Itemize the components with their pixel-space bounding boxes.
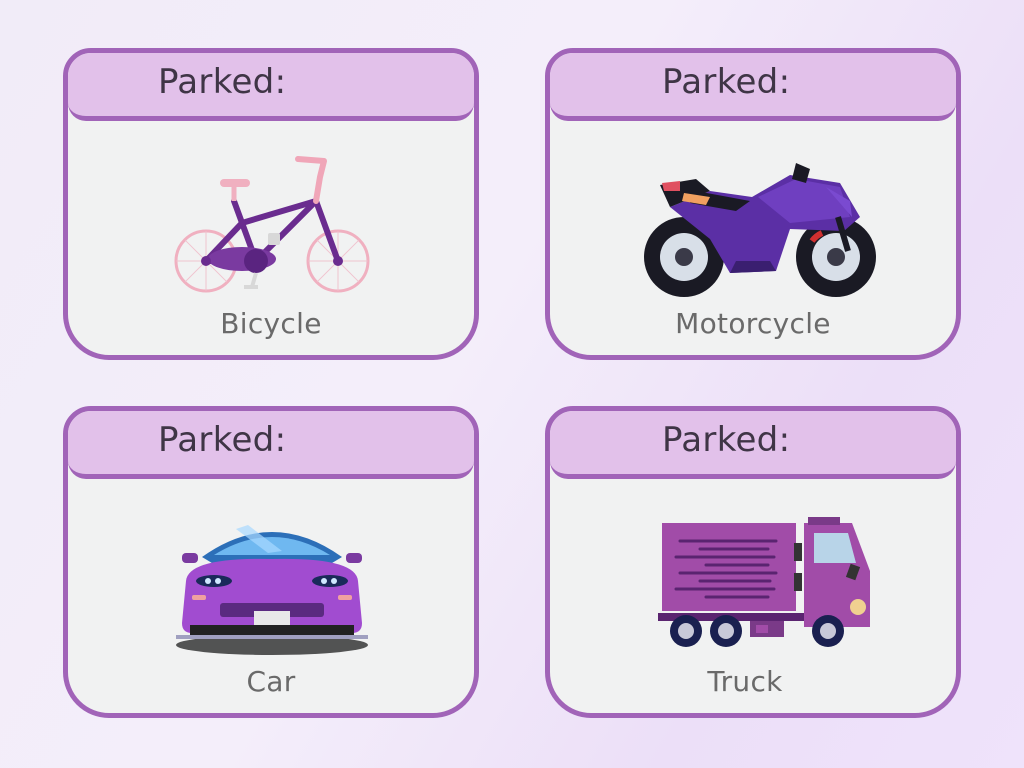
- parked-label: Parked:: [662, 420, 791, 460]
- bicycle-icon: [174, 156, 370, 293]
- parking-slot-truck[interactable]: Parked: Truck: [545, 406, 961, 718]
- truck-icon: [658, 517, 870, 647]
- vehicle-label: Car: [246, 665, 296, 698]
- parked-label: Parked:: [158, 420, 287, 460]
- motorcycle-icon: [644, 163, 876, 297]
- vehicle-label: Motorcycle: [675, 307, 831, 340]
- vehicle-label: Bicycle: [220, 307, 322, 340]
- parking-slot-motorcycle[interactable]: Parked: Motorcycle: [545, 48, 961, 360]
- car-icon: [176, 525, 368, 655]
- parked-drop-zone[interactable]: Parked:: [68, 53, 474, 121]
- vehicle-label: Truck: [707, 665, 783, 698]
- parked-drop-zone[interactable]: Parked:: [550, 411, 956, 479]
- parked-drop-zone[interactable]: Parked:: [550, 53, 956, 121]
- parking-slot-bicycle[interactable]: Parked: Bicycle: [63, 48, 479, 360]
- parked-label: Parked:: [158, 62, 287, 102]
- parked-label: Parked:: [662, 62, 791, 102]
- parking-slot-car[interactable]: Parked: Car: [63, 406, 479, 718]
- parked-drop-zone[interactable]: Parked:: [68, 411, 474, 479]
